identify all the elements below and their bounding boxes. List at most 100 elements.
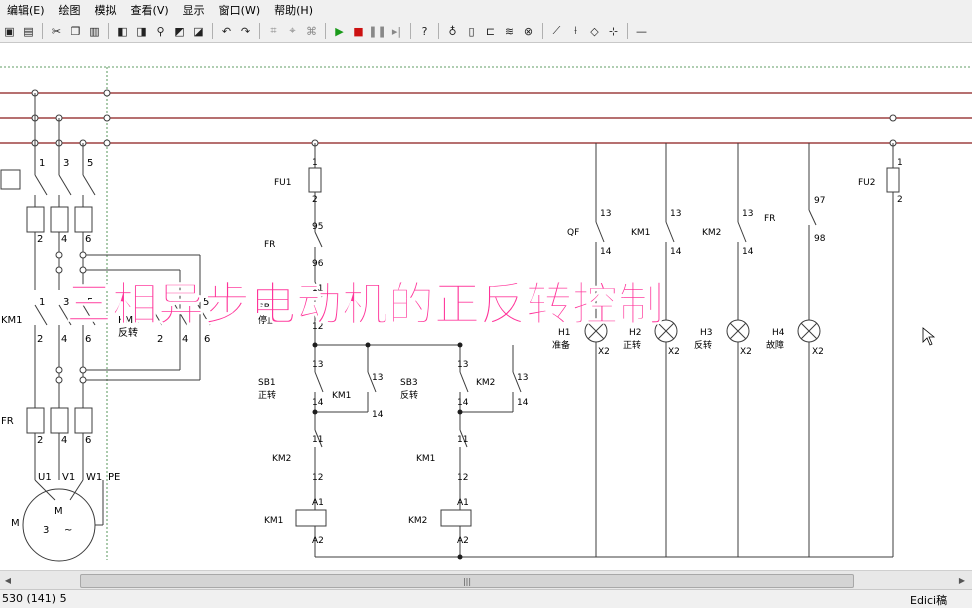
term-label: 1 (312, 158, 318, 168)
menu-window[interactable]: 窗口(W) (212, 2, 267, 18)
pin-icon[interactable]: ♁ (444, 23, 461, 40)
term-label: A1 (457, 498, 469, 508)
term-label: 13 (312, 360, 323, 370)
scrollbar-thumb[interactable]: ||| (80, 574, 854, 588)
cut-icon[interactable]: ✂ (48, 23, 65, 40)
scroll-right-icon[interactable]: ▶ (956, 574, 968, 586)
scroll-left-icon[interactable]: ◀ (2, 574, 14, 586)
run-icon[interactable]: ▶ (331, 23, 348, 40)
coil-icon[interactable]: ⊏ (482, 23, 499, 40)
x2-label: X2 (668, 347, 680, 357)
schematic: 1 3 5 2 4 6 KM1 1 3 5 2 4 6 KM2 反转 5 2 4… (0, 66, 972, 562)
qf-label: QF (567, 228, 579, 238)
toolbar-separator (325, 23, 326, 39)
fu1-label: FU1 (274, 178, 292, 188)
paste-icon[interactable]: ▥ (86, 23, 103, 40)
km1-lamp-label: KM1 (631, 228, 650, 238)
menu-view[interactable]: 查看(V) (124, 2, 176, 18)
junction-icon[interactable]: ⊹ (605, 23, 622, 40)
undo-icon[interactable]: ↶ (218, 23, 235, 40)
term-label: 13 (600, 209, 611, 219)
sb3-label: SB3 (400, 378, 418, 388)
copy-icon[interactable]: ❐ (67, 23, 84, 40)
toolbar-separator (438, 23, 439, 39)
term-label: 1 (39, 158, 45, 169)
term-label: 11 (457, 435, 468, 445)
symbol-b-icon[interactable]: ◨ (133, 23, 150, 40)
term-label: A1 (312, 498, 324, 508)
term-label: 6 (85, 334, 91, 345)
km1-power-label: KM1 (1, 315, 23, 326)
symbol-d-icon[interactable]: ◪ (190, 23, 207, 40)
drawing-canvas[interactable]: 1 3 5 2 4 6 KM1 1 3 5 2 4 6 KM2 反转 5 2 4… (0, 43, 972, 570)
search-icon[interactable]: ⚲ (152, 23, 169, 40)
toolbar-separator (627, 23, 628, 39)
term-label: 13 (670, 209, 681, 219)
h3-label: H3 (700, 328, 713, 338)
term-label: 4 (182, 334, 188, 345)
print-icon[interactable]: ▣ (1, 23, 18, 40)
motor-inner-m: M (54, 506, 63, 517)
stop-icon[interactable]: ■ (350, 23, 367, 40)
spring-icon[interactable]: ≋ (501, 23, 518, 40)
fr-control-label: FR (264, 240, 275, 250)
term-label: 14 (372, 410, 384, 420)
toolbar-separator (212, 23, 213, 39)
contact-icon[interactable]: ▯ (463, 23, 480, 40)
term-label: 13 (517, 373, 528, 383)
term-label: 1 (39, 297, 45, 308)
video-title-overlay: 三相异步电动机的正反转控制 (66, 277, 664, 331)
term-label: 5 (87, 158, 93, 169)
control-wires (295, 143, 893, 558)
motor-label: M (11, 518, 20, 529)
control-labels: FU1 1 2 FR 95 96 SB2 停止 11 12 SB1 正转 KM1… (258, 158, 529, 546)
term-label: 13 (372, 373, 383, 383)
print-preview-icon[interactable]: ▤ (20, 23, 37, 40)
x2-label: X2 (812, 347, 824, 357)
term-label: 4 (61, 334, 67, 345)
km2-interlock-label: KM2 (272, 454, 291, 464)
term-label: 2 (37, 334, 43, 345)
term-label: 12 (457, 473, 468, 483)
km2-lamp-label: KM2 (702, 228, 721, 238)
redo-icon[interactable]: ↷ (237, 23, 254, 40)
diamond-icon[interactable]: ◇ (586, 23, 603, 40)
horizontal-scrollbar[interactable]: ◀ ||| ▶ (0, 570, 972, 590)
term-label: 6 (85, 234, 91, 245)
term-label: 4 (61, 234, 67, 245)
menu-simulate[interactable]: 模拟 (88, 2, 124, 18)
term-label: 2 (37, 234, 43, 245)
motor-tilde: ~ (64, 525, 72, 536)
menu-display[interactable]: 显示 (176, 2, 212, 18)
switch-b-icon[interactable]: ⟊ (567, 23, 584, 40)
term-label: 2 (312, 195, 318, 205)
term-label: 14 (517, 398, 529, 408)
lamp-icon[interactable]: ⊗ (520, 23, 537, 40)
term-label: 4 (61, 435, 67, 446)
x2-label: X2 (598, 347, 610, 357)
motor-terminal: PE (108, 472, 120, 483)
symbol-a-icon[interactable]: ◧ (114, 23, 131, 40)
toolbar: ▣ ▤ ✂ ❐ ▥ ◧ ◨ ⚲ ◩ ◪ ↶ ↷ ⌗ ⌖ ⌘ ▶ ■ ❚❚ ▸| … (0, 20, 972, 43)
switch-a-icon[interactable]: ⟋ (548, 23, 565, 40)
tool-c-icon[interactable]: ⌘ (303, 23, 320, 40)
h3-sublabel: 反转 (694, 339, 712, 351)
symbol-c-icon[interactable]: ◩ (171, 23, 188, 40)
menu-help[interactable]: 帮助(H) (267, 2, 320, 18)
km1-coil-label: KM1 (264, 516, 283, 526)
tool-b-icon[interactable]: ⌖ (284, 23, 301, 40)
pause-icon[interactable]: ❚❚ (368, 23, 386, 40)
status-mode: Edici稿 (910, 594, 948, 607)
menu-edit[interactable]: 编辑(E) (0, 2, 52, 18)
tool-a-icon[interactable]: ⌗ (265, 23, 282, 40)
line-icon[interactable]: — (633, 23, 650, 40)
x2-label: X2 (740, 347, 752, 357)
help-icon[interactable]: ? (416, 23, 433, 40)
menu-draw[interactable]: 绘图 (52, 2, 88, 18)
step-icon[interactable]: ▸| (388, 23, 405, 40)
h4-label: H4 (772, 328, 785, 338)
motor-terminal: W1 (86, 472, 102, 483)
term-label: 3 (63, 158, 69, 169)
km1-interlock-label: KM1 (416, 454, 435, 464)
sb1-label: SB1 (258, 378, 276, 388)
